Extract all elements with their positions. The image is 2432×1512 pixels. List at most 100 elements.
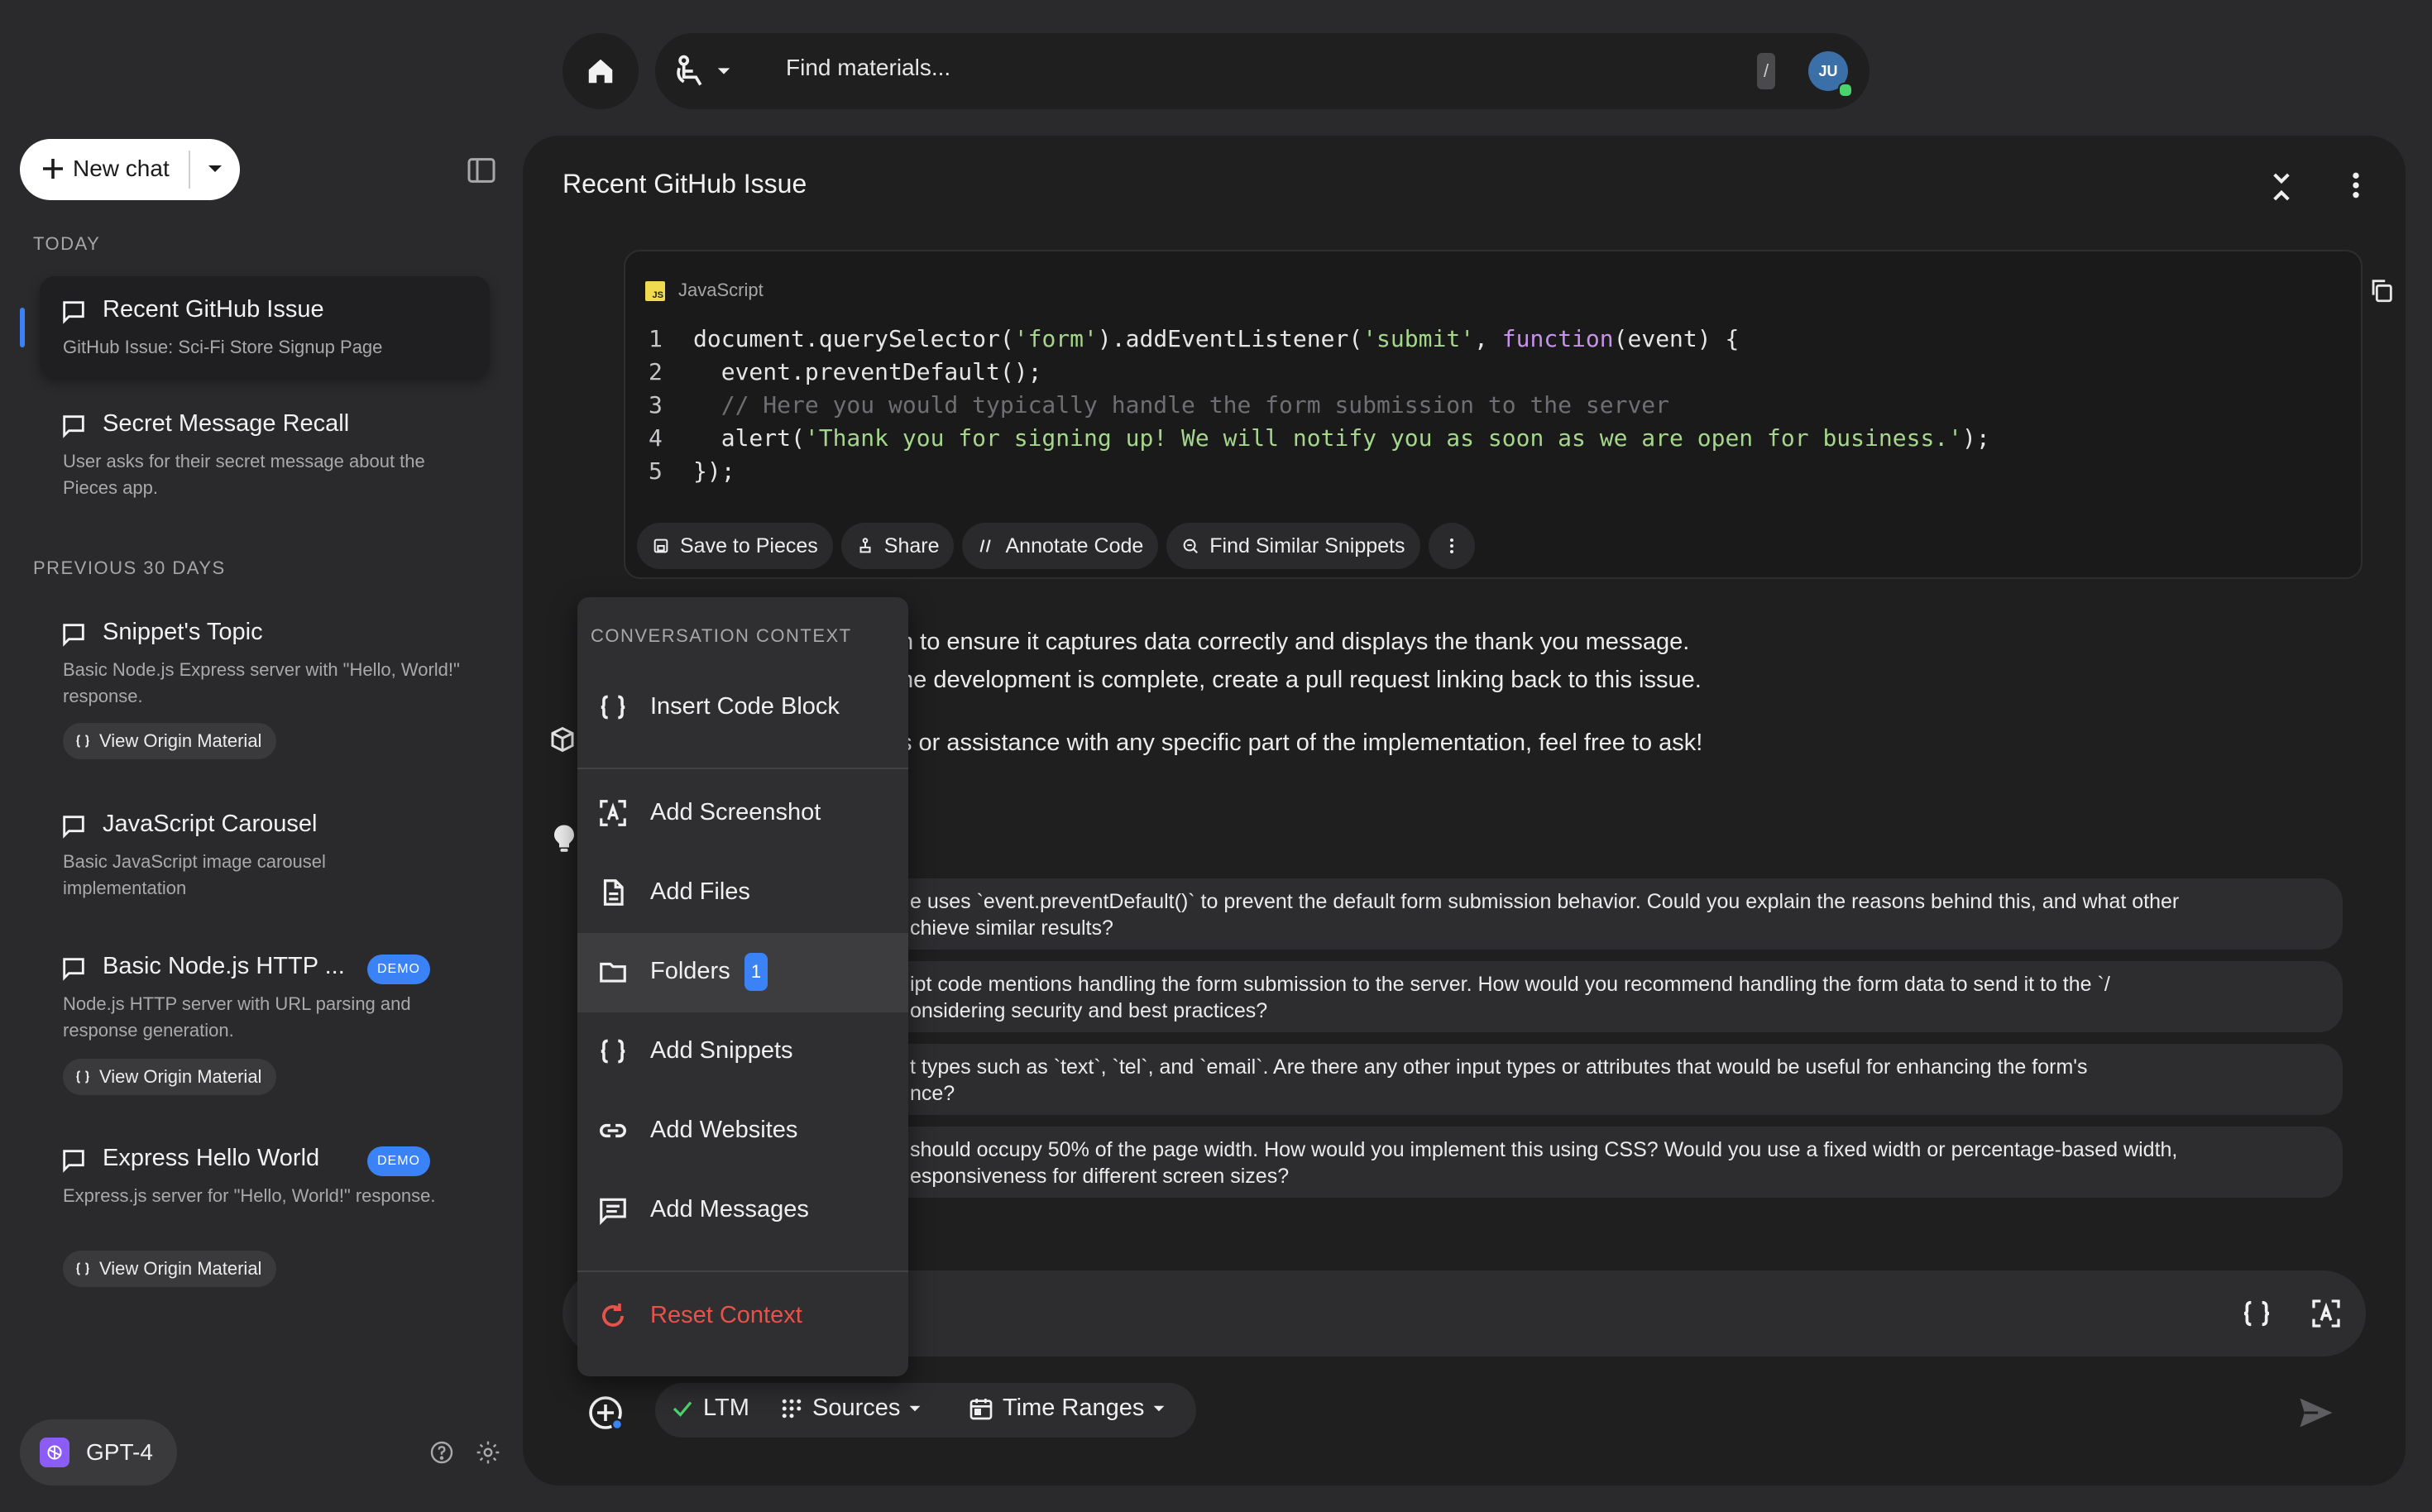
- menu-item-add-files[interactable]: Add Files: [577, 854, 908, 933]
- screenshot-icon[interactable]: [2310, 1297, 2343, 1330]
- ltm-label: LTM: [703, 1395, 749, 1421]
- screenshot-icon: [600, 800, 626, 826]
- response-text: s or assistance with any specific part o…: [900, 730, 1703, 756]
- plus-icon: [43, 159, 63, 179]
- search-bar[interactable]: Find materials... / JU: [655, 33, 1869, 109]
- menu-header: CONVERSATION CONTEXT: [591, 625, 852, 646]
- code-token: (event) {: [1613, 325, 1740, 352]
- sources-icon: [782, 1399, 802, 1418]
- menu-item-label: Add Screenshot: [650, 799, 821, 825]
- menu-item-insert-code-block[interactable]: Insert Code Block: [577, 668, 908, 748]
- menu-item-add-websites[interactable]: Add Websites: [577, 1092, 908, 1171]
- suggestion-line: e uses `event.preventDefault()` to preve…: [910, 890, 2180, 913]
- help-icon[interactable]: [428, 1439, 455, 1466]
- chat-item-express-hello-world[interactable]: Express Hello World DEMO Express.js serv…: [40, 1128, 490, 1294]
- settings-gear-icon[interactable]: [475, 1439, 501, 1466]
- menu-item-add-messages[interactable]: Add Messages: [577, 1171, 908, 1251]
- search-filter-button[interactable]: [672, 48, 731, 94]
- code-token: 'form': [1013, 325, 1098, 352]
- add-context-icon[interactable]: [586, 1393, 625, 1433]
- demo-badge: DEMO: [367, 1146, 430, 1176]
- section-title-today: TODAY: [33, 233, 101, 254]
- new-chat-label: New chat: [73, 156, 170, 181]
- chat-item-desc: Node.js HTTP server with URL parsing and…: [63, 993, 411, 1041]
- reset-context-label: Reset Context: [650, 1302, 802, 1328]
- chat-item-title: Recent GitHub Issue: [103, 296, 324, 323]
- annotate-code-label: Annotate Code: [1005, 534, 1144, 557]
- ltm-toggle[interactable]: LTM: [670, 1395, 749, 1422]
- model-selector-button[interactable]: GPT-4: [20, 1419, 177, 1486]
- send-icon[interactable]: [2295, 1391, 2338, 1434]
- suggested-question[interactable]: t types such as `text`, `tel`, and `emai…: [887, 1044, 2343, 1115]
- code-content[interactable]: 1 document.querySelector('form').addEvent…: [649, 323, 1990, 488]
- chat-item-basic-nodejs-http[interactable]: Basic Node.js HTTP ... DEMO Node.js HTTP…: [40, 936, 490, 1102]
- javascript-icon: JS: [645, 281, 665, 301]
- time-ranges-label: Time Ranges: [1003, 1395, 1145, 1421]
- chat-icon: [63, 816, 84, 839]
- divider: [577, 1270, 908, 1272]
- chevron-down-icon[interactable]: [207, 160, 223, 177]
- chat-icon: [63, 624, 84, 647]
- view-origin-label: View Origin Material: [99, 1258, 262, 1279]
- menu-item-reset-context[interactable]: Reset Context: [577, 1277, 908, 1356]
- find-similar-snippets-button[interactable]: Find Similar Snippets: [1166, 523, 1420, 569]
- code-token: );: [1962, 424, 1990, 452]
- chat-item-secret-message-recall[interactable]: Secret Message Recall User asks for thei…: [40, 394, 490, 510]
- curly-braces-icon: [601, 1039, 625, 1064]
- suggested-question[interactable]: ipt code mentions handling the form subm…: [887, 961, 2343, 1032]
- suggested-question[interactable]: e uses `event.preventDefault()` to preve…: [887, 878, 2343, 950]
- home-button[interactable]: [563, 33, 639, 109]
- suggested-question[interactable]: should occupy 50% of the page width. How…: [887, 1127, 2343, 1198]
- copy-icon[interactable]: [2367, 276, 2396, 304]
- view-origin-button[interactable]: View Origin Material: [63, 1251, 277, 1287]
- reset-icon: [602, 1303, 624, 1327]
- menu-item-add-screenshot[interactable]: Add Screenshot: [577, 774, 908, 854]
- chat-item-recent-github-issue[interactable]: Recent GitHub Issue GitHub Issue: Sci-Fi…: [40, 276, 490, 377]
- code-token: ,: [1474, 325, 1502, 352]
- annotate-code-button[interactable]: Annotate Code: [962, 523, 1159, 569]
- code-more-options-button[interactable]: [1428, 523, 1475, 569]
- search-input[interactable]: Find materials...: [786, 55, 950, 81]
- share-button[interactable]: Share: [840, 523, 955, 569]
- chat-icon: [63, 958, 84, 981]
- check-icon: [673, 1400, 692, 1417]
- chat-item-desc: User asks for their secret message about…: [63, 451, 425, 498]
- code-block: JS JavaScript 1 document.querySelector('f…: [624, 250, 2392, 579]
- chat-item-snippets-topic[interactable]: Snippet's Topic Basic Node.js Express se…: [40, 602, 490, 768]
- suggestion-line: should occupy 50% of the page width. How…: [910, 1138, 2178, 1161]
- chat-item-desc: GitHub Issue: Sci-Fi Store Signup Page: [63, 337, 383, 357]
- more-options-icon[interactable]: [2339, 169, 2372, 202]
- menu-item-add-snippets[interactable]: Add Snippets: [577, 1012, 908, 1092]
- chat-item-javascript-carousel[interactable]: JavaScript Carousel Basic JavaScript ima…: [40, 794, 490, 910]
- suggestion-line: t types such as `text`, `tel`, and `emai…: [910, 1055, 2088, 1079]
- online-status-dot: [1838, 83, 1853, 98]
- collapse-icon[interactable]: [2265, 170, 2298, 203]
- chat-item-desc: Basic JavaScript image carousel implemen…: [63, 851, 326, 898]
- code-token: });: [693, 457, 735, 485]
- save-to-pieces-button[interactable]: Save to Pieces: [637, 523, 833, 569]
- chevron-down-icon: [909, 1405, 921, 1411]
- sources-dropdown[interactable]: Sources: [779, 1395, 922, 1422]
- menu-item-folders[interactable]: Folders 1: [577, 933, 908, 1012]
- divider: [577, 768, 908, 769]
- response-text: n to ensure it captures data correctly a…: [900, 629, 1690, 655]
- line-number: 3: [649, 391, 663, 419]
- divider: [189, 151, 190, 189]
- context-filter-bar: LTM Sources Time Ranges: [655, 1383, 1196, 1438]
- view-origin-button[interactable]: View Origin Material: [63, 723, 277, 759]
- code-token: 'submit': [1362, 325, 1475, 352]
- lightbulb-icon[interactable]: [549, 822, 579, 855]
- new-chat-button[interactable]: New chat: [20, 139, 240, 200]
- curly-braces-icon: [601, 695, 625, 720]
- chat-item-desc: Basic Node.js Express server with "Hello…: [63, 659, 460, 706]
- view-origin-button[interactable]: View Origin Material: [63, 1059, 277, 1095]
- line-number: 2: [649, 358, 663, 385]
- view-origin-label: View Origin Material: [99, 730, 262, 751]
- curly-braces-icon[interactable]: [2240, 1297, 2273, 1330]
- annotate-icon: [980, 539, 992, 553]
- time-ranges-dropdown[interactable]: Time Ranges: [968, 1395, 1166, 1422]
- code-token: document.querySelector(: [693, 325, 1014, 352]
- package-icon[interactable]: [548, 725, 577, 754]
- sidebar-toggle-icon[interactable]: [465, 154, 498, 187]
- message-icon: [600, 1198, 626, 1226]
